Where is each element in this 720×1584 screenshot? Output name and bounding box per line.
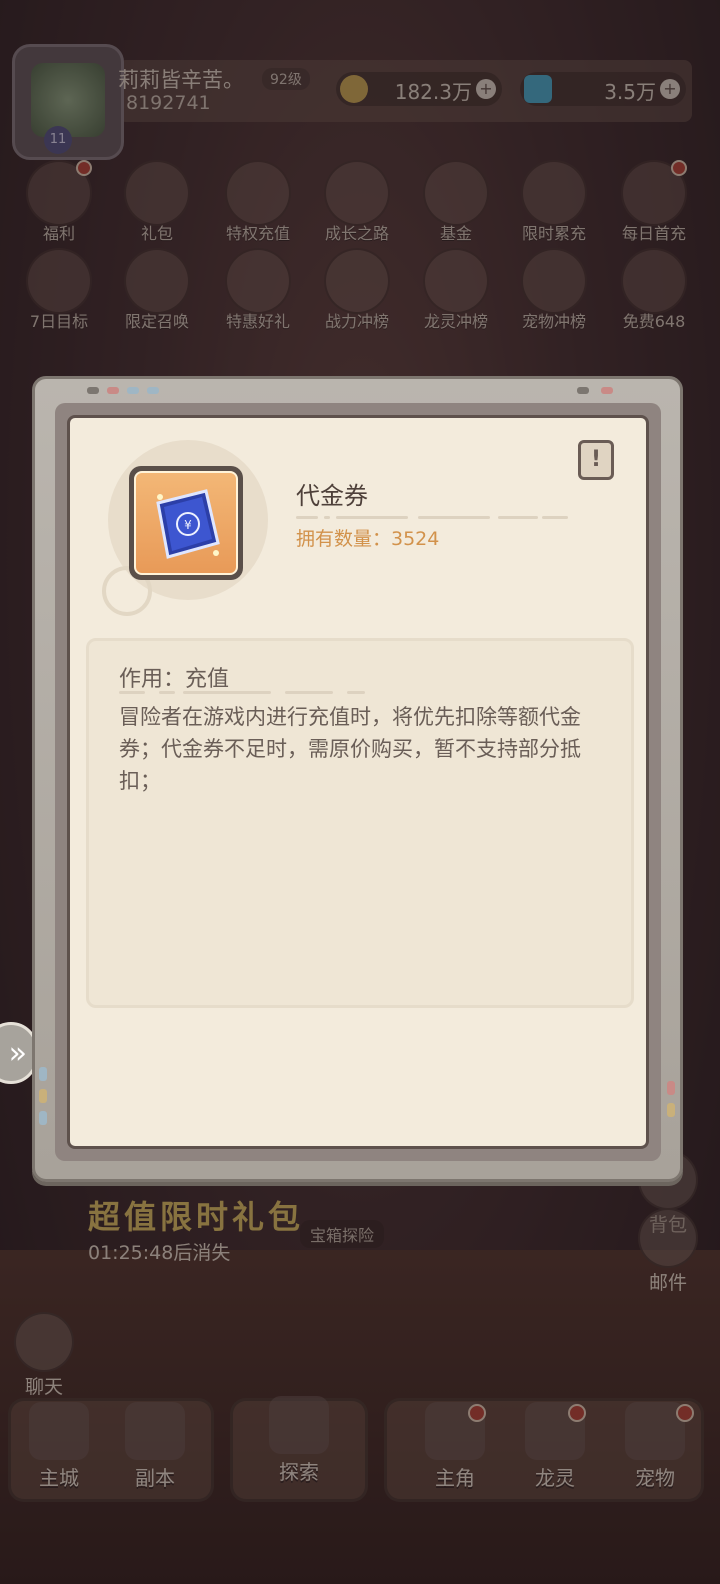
divider xyxy=(498,516,538,519)
item-name: 代金券 xyxy=(296,482,368,510)
divider xyxy=(347,691,365,694)
description-box: 作用：充值 冒险者在游戏内进行充值时，将优先扣除等额代金券；代金券不足时，需原价… xyxy=(86,638,634,1008)
divider xyxy=(336,516,408,519)
divider xyxy=(119,691,145,694)
indicator-light xyxy=(87,387,99,394)
divider xyxy=(418,516,490,519)
owned-quantity: 拥有数量：3524 xyxy=(296,528,440,550)
popup-frame: ¥ ! 代金券 拥有数量：3524 作用：充值 冒险者在游戏内进行充值时，将优先… xyxy=(55,403,661,1161)
indicator-light xyxy=(107,387,119,394)
divider xyxy=(542,516,568,519)
divider xyxy=(324,516,330,519)
indicator-light xyxy=(39,1067,47,1081)
svg-text:¥: ¥ xyxy=(184,518,192,532)
effect-label: 作用：充值 xyxy=(119,667,230,692)
indicator-light xyxy=(667,1103,675,1117)
indicator-light xyxy=(147,387,159,394)
divider xyxy=(296,516,318,519)
item-detail-popup: ¥ ! 代金券 拥有数量：3524 作用：充值 冒险者在游戏内进行充值时，将优先… xyxy=(32,376,683,1182)
indicator-light xyxy=(667,1081,675,1095)
indicator-light xyxy=(601,387,613,394)
info-icon[interactable]: ! xyxy=(578,440,614,480)
item-icon-frame: ¥ xyxy=(129,466,243,580)
divider xyxy=(159,691,175,694)
item-description: 冒险者在游戏内进行充值时，将优先扣除等额代金券；代金券不足时，需原价购买，暂不支… xyxy=(119,705,581,793)
indicator-light xyxy=(577,387,589,394)
divider xyxy=(285,691,333,694)
indicator-light xyxy=(127,387,139,394)
indicator-light xyxy=(39,1111,47,1125)
voucher-icon: ¥ xyxy=(134,471,238,575)
indicator-light xyxy=(39,1089,47,1103)
popup-panel: ¥ ! 代金券 拥有数量：3524 作用：充值 冒险者在游戏内进行充值时，将优先… xyxy=(67,415,649,1149)
divider xyxy=(183,691,271,694)
